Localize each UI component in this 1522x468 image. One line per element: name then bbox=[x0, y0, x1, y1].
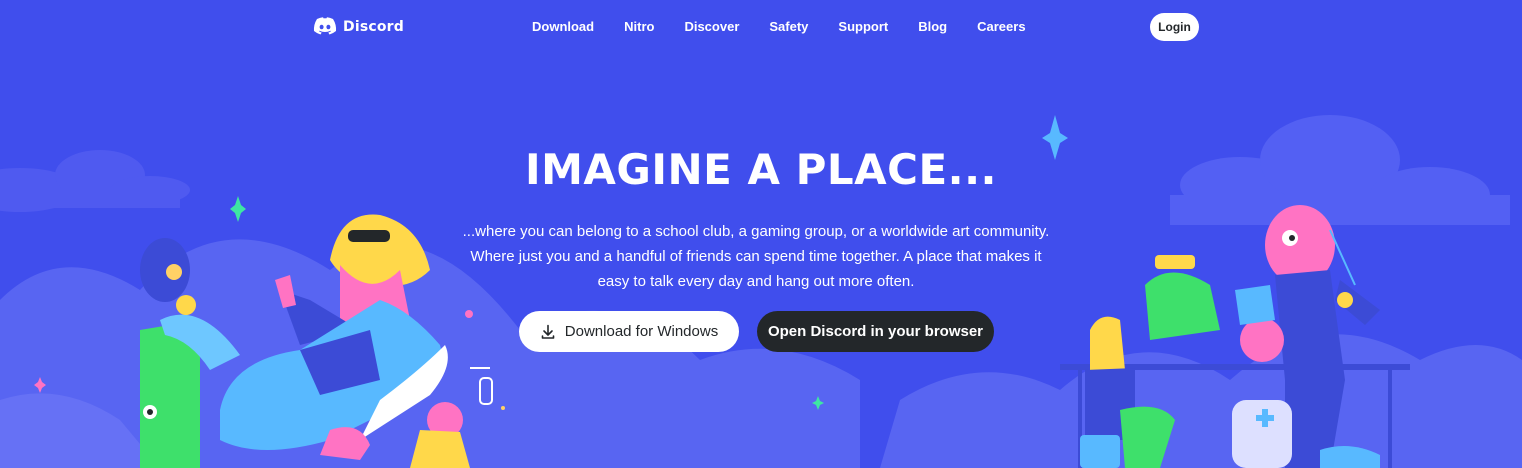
download-button-label: Download for Windows bbox=[564, 323, 719, 340]
browser-button-label: Open Discord in your browser bbox=[767, 323, 984, 340]
open-in-browser-button[interactable]: Open Discord in your browser bbox=[757, 311, 994, 352]
login-button[interactable]: Login bbox=[1150, 13, 1199, 41]
download-for-windows-button[interactable]: Download for Windows bbox=[519, 311, 739, 352]
hero-description: ...where you can belong to a school club… bbox=[462, 223, 1050, 290]
nav-link-safety[interactable]: Safety bbox=[769, 19, 808, 35]
nav-links: Download Nitro Discover Safety Support B… bbox=[532, 19, 1026, 35]
nav-link-blog[interactable]: Blog bbox=[918, 19, 947, 35]
nav-link-careers[interactable]: Careers bbox=[977, 19, 1025, 35]
discord-logo[interactable]: Discord bbox=[313, 16, 404, 38]
nav-link-download[interactable]: Download bbox=[532, 19, 594, 35]
download-icon bbox=[541, 324, 555, 339]
nav-link-nitro[interactable]: Nitro bbox=[624, 19, 654, 35]
top-navigation: Discord Download Nitro Discover Safety S… bbox=[0, 0, 1522, 54]
nav-link-discover[interactable]: Discover bbox=[684, 19, 739, 35]
nav-link-support[interactable]: Support bbox=[838, 19, 888, 35]
hero-title: IMAGINE A PLACE... bbox=[524, 145, 998, 194]
brand-name: Discord bbox=[343, 19, 404, 35]
discord-logo-icon bbox=[313, 17, 337, 35]
